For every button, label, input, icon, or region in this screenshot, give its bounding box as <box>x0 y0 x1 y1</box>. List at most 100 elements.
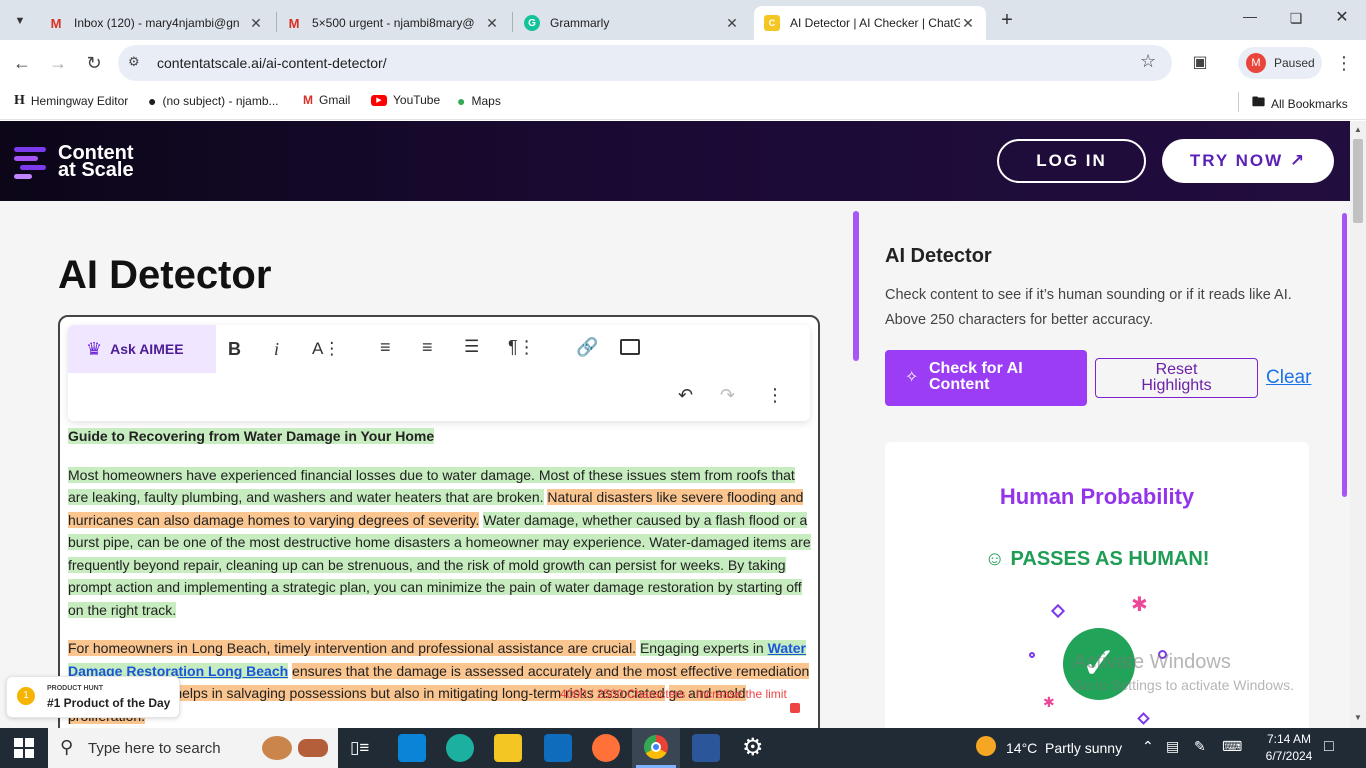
medal-icon: 1 <box>17 687 35 705</box>
content-heading: Guide to Recovering from Water Damage in… <box>68 428 435 444</box>
logo-mark-icon <box>14 147 46 179</box>
tab-search-button[interactable]: ▼ <box>8 9 32 33</box>
editor-toolbar: ♛ Ask AIMEE B i A⋮ ≡ ≡ ☰ ¶⋮ 🔗 ↶ ↷ ⋮ <box>68 325 810 421</box>
bookmark-hemingway[interactable]: H Hemingway Editor <box>14 93 128 109</box>
italic-button[interactable]: i <box>274 339 279 360</box>
paragraph-icon[interactable]: ¶⋮ <box>508 337 536 358</box>
page-scrollbar[interactable]: ▲ ▼ <box>1350 121 1366 728</box>
close-icon[interactable]: ✕ <box>484 15 500 32</box>
clock-date[interactable]: 6/7/2024 <box>1256 749 1322 763</box>
bookmark-star-icon[interactable]: ☆ <box>1140 51 1156 72</box>
tab-inbox[interactable]: M Inbox (120) - mary4njambi@gn ✕ <box>38 6 274 40</box>
more-options-icon[interactable]: ⋮ <box>766 385 784 406</box>
back-button[interactable]: ← <box>10 51 34 75</box>
tab-ai-detector[interactable]: C AI Detector | AI Checker | ChatG ✕ <box>754 6 986 40</box>
firefox-icon[interactable] <box>592 734 620 762</box>
confetti-icon: ✱ <box>1043 694 1055 710</box>
bold-button[interactable]: B <box>228 339 241 360</box>
logo[interactable]: Content at Scale <box>14 143 144 183</box>
scroll-down-arrow[interactable]: ▼ <box>1354 713 1362 722</box>
profile-button[interactable]: M Paused <box>1238 47 1322 79</box>
task-view-icon[interactable]: ▯≡ <box>350 738 369 758</box>
clear-link[interactable]: Clear <box>1266 367 1311 389</box>
panel-scrollbar[interactable] <box>1342 213 1347 497</box>
close-icon[interactable]: ✕ <box>724 15 740 32</box>
store-icon[interactable] <box>398 734 426 762</box>
minimize-button[interactable]: — <box>1238 8 1262 32</box>
forward-button[interactable]: → <box>46 51 70 75</box>
close-icon[interactable]: ✕ <box>960 15 976 32</box>
all-bookmarks-button[interactable]: 🖿 All Bookmarks <box>1252 93 1348 115</box>
keyboard-icon[interactable]: ⌨ <box>1222 738 1242 755</box>
close-icon[interactable]: ✕ <box>248 15 264 32</box>
clock-time[interactable]: 7:14 AM <box>1260 732 1318 746</box>
weather-icon[interactable] <box>976 736 996 756</box>
panel-divider <box>853 211 859 361</box>
character-count[interactable]: 4000 / 2500 Characters - Increase the li… <box>560 687 787 701</box>
gmail-icon: M <box>50 15 62 31</box>
align-center-icon[interactable]: ≡ <box>422 337 433 358</box>
list-icon[interactable]: ☰ <box>464 337 479 357</box>
menu-icon[interactable]: ⋮ <box>1332 51 1356 75</box>
restore-button[interactable]: ❏ <box>1284 6 1308 30</box>
network-icon[interactable]: ▤ <box>1166 738 1179 755</box>
scroll-thumb[interactable] <box>1353 139 1363 223</box>
page-body: AI Detector ♛ Ask AIMEE B i A⋮ ≡ ≡ ☰ ¶⋮ … <box>0 201 1350 728</box>
new-tab-button[interactable]: + <box>996 9 1018 31</box>
confetti-icon <box>1050 603 1066 619</box>
folder-icon: 🖿 <box>1252 94 1266 109</box>
image-icon[interactable] <box>620 339 640 355</box>
edge-icon[interactable] <box>446 734 474 762</box>
gmail-icon: M <box>303 93 313 107</box>
word-icon[interactable] <box>692 734 720 762</box>
bread-icon <box>298 739 328 757</box>
maps-pin-icon: ● <box>457 93 466 109</box>
reload-button[interactable]: ↻ <box>82 51 106 75</box>
link-icon[interactable]: 🔗 <box>576 337 598 358</box>
windows-start-icon[interactable] <box>14 738 34 758</box>
mail-icon[interactable] <box>544 734 572 762</box>
try-now-button[interactable]: TRY NOW ↗ <box>1162 139 1334 183</box>
tray-chevron-icon[interactable]: ⌃ <box>1142 738 1154 755</box>
hemingway-icon: H <box>14 93 25 108</box>
reset-highlights-button[interactable]: Reset Highlights <box>1095 358 1258 398</box>
contentatscale-icon: C <box>764 15 780 31</box>
url-text[interactable]: contentatscale.ai/ai-content-detector/ <box>157 55 387 71</box>
sparkle-icon: ✧ <box>905 369 919 386</box>
bookmark-maps[interactable]: ● Maps <box>457 93 501 109</box>
globe-icon: ● <box>148 93 157 109</box>
bookmark-youtube[interactable]: ▶ YouTube <box>371 93 440 107</box>
site-info-icon[interactable]: ⚙ <box>128 54 140 70</box>
pen-icon[interactable]: ✎ <box>1194 738 1206 755</box>
smile-icon: ☺ <box>984 548 1005 570</box>
browser-tab-bar: ▼ M Inbox (120) - mary4njambi@gn ✕ M 5×5… <box>0 0 1366 40</box>
taskbar-search[interactable]: ⚲ Type here to search <box>48 728 338 768</box>
close-window-button[interactable]: ✕ <box>1330 6 1354 30</box>
login-button[interactable]: LOG IN <box>997 139 1146 183</box>
settings-icon[interactable]: ⚙ <box>742 733 764 762</box>
align-left-icon[interactable]: ≡ <box>380 337 391 358</box>
product-hunt-badge[interactable]: 1 PRODUCT HUNT #1 Product of the Day <box>6 676 180 718</box>
bookmark-gmail[interactable]: M Gmail <box>303 93 350 107</box>
donut-icon <box>262 736 292 760</box>
chrome-taskbar-active[interactable] <box>632 728 680 768</box>
scroll-up-arrow[interactable]: ▲ <box>1354 125 1362 134</box>
grammarly-icon: G <box>524 15 540 31</box>
bookmark-no-subject[interactable]: ● (no subject) - njamb... <box>148 93 279 109</box>
notification-icon[interactable]: □ <box>1324 738 1334 756</box>
paragraph-1: Most homeowners have experienced financi… <box>68 466 811 618</box>
font-size-button[interactable]: A⋮ <box>312 339 340 359</box>
address-bar-row: ← → ↻ ⚙ contentatscale.ai/ai-content-det… <box>0 40 1366 86</box>
ask-aimee-button[interactable]: ♛ Ask AIMEE <box>68 325 216 373</box>
omnibox[interactable]: ⚙ contentatscale.ai/ai-content-detector/… <box>118 45 1172 81</box>
tab-urgent[interactable]: M 5×500 urgent - njambi8mary@ ✕ <box>276 6 510 40</box>
tab-grammarly[interactable]: G Grammarly ✕ <box>514 6 750 40</box>
weather-text[interactable]: 14°C Partly sunny <box>1006 740 1122 756</box>
editor-card: ♛ Ask AIMEE B i A⋮ ≡ ≡ ☰ ¶⋮ 🔗 ↶ ↷ ⋮ Guid… <box>58 315 820 728</box>
extensions-icon[interactable]: ▣ <box>1188 51 1212 75</box>
check-ai-content-button[interactable]: ✧ Check for AI Content <box>885 350 1087 406</box>
search-icon: ⚲ <box>60 737 74 757</box>
file-explorer-icon[interactable] <box>494 734 522 762</box>
detector-title: AI Detector <box>885 245 992 267</box>
undo-icon[interactable]: ↶ <box>678 385 693 406</box>
